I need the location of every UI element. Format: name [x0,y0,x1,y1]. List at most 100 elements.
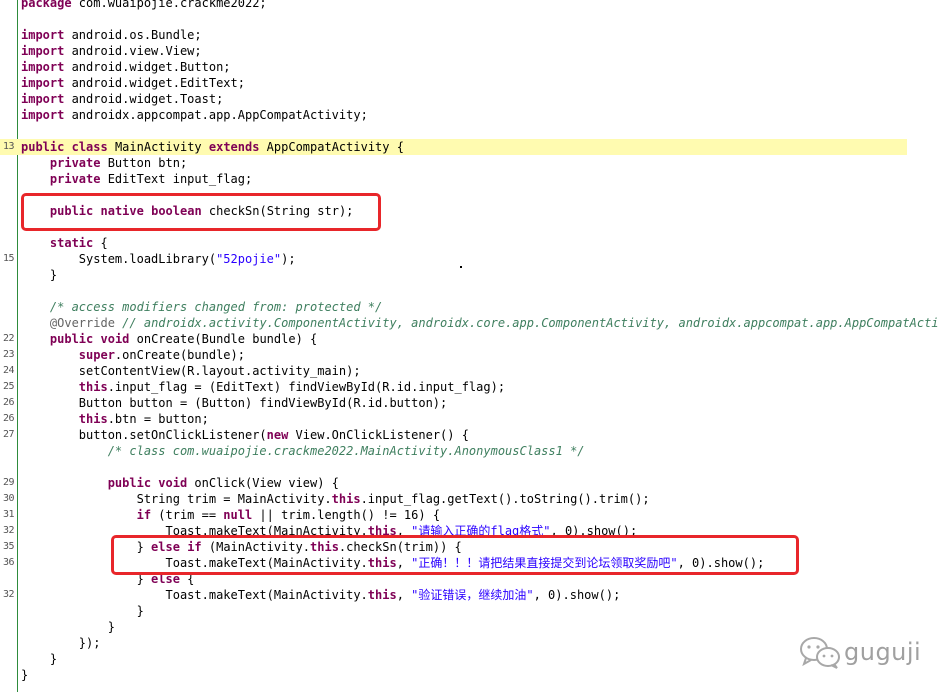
annotation-box-native-method [21,193,381,231]
code-line[interactable] [0,283,943,299]
code-token: public [21,140,65,154]
code-text: import androidx.appcompat.app.AppCompatA… [21,107,368,123]
code-line[interactable]: } [0,603,943,619]
code-token: , [396,588,412,602]
code-text: package com.wuaipojie.crackme2022; [21,0,267,11]
line-number: 32 [2,589,15,600]
code-line[interactable]: /* class com.wuaipojie.crackme2022.MainA… [0,443,943,459]
code-line[interactable]: 29 public void onClick(View view) { [0,475,943,491]
line-number: 24 [2,365,15,376]
code-line[interactable]: 15 System.loadLibrary("52pojie"); [0,251,943,267]
code-token: @Override [49,316,115,330]
code-token: View.OnClickListener() { [288,428,469,442]
code-text: public void onCreate(Bundle bundle) { [21,331,317,347]
line-number: 15 [2,253,15,264]
code-token: public [107,476,152,490]
code-text: private Button btn; [21,155,187,171]
code-token: import [21,28,65,42]
line-number: 22 [2,333,15,344]
code-token: super [78,348,115,362]
code-token: import [21,92,65,106]
code-line[interactable] [0,123,943,139]
code-token: this [367,588,397,602]
code-text: import android.widget.EditText; [21,75,245,91]
code-line[interactable]: import android.widget.Toast; [0,91,943,107]
code-line[interactable]: import android.widget.EditText; [0,75,943,91]
code-text: Button button = (Button) findViewById(R.… [21,395,447,411]
code-text: private EditText input_flag; [21,171,252,187]
code-line[interactable]: @Override // androidx.activity.Component… [0,315,943,331]
code-text: this.input_flag = (EditText) findViewByI… [21,379,505,395]
code-line[interactable]: package com.wuaipojie.crackme2022; [0,0,943,11]
code-line[interactable]: 27 button.setOnClickListener(new View.On… [0,427,943,443]
code-token: } [21,652,58,666]
watermark: guguji [798,632,921,672]
code-text: } [21,603,144,619]
code-token: this [331,492,361,506]
watermark-text: guguji [844,638,922,666]
code-line[interactable]: static { [0,235,943,251]
wechat-icon [800,637,840,669]
code-line[interactable]: 31 if (trim == null || trim.length() != … [0,507,943,523]
code-token: class [71,140,108,154]
code-token: { [93,236,108,250]
code-text: import android.view.View; [21,43,202,59]
code-line[interactable] [0,459,943,475]
code-text: @Override // androidx.activity.Component… [21,315,939,331]
code-line[interactable]: 22 public void onCreate(Bundle bundle) { [0,331,943,347]
code-token: System.loadLibrary( [21,252,217,266]
line-number: 26 [2,413,15,424]
code-line[interactable] [0,11,943,27]
code-line[interactable]: import android.os.Bundle; [0,27,943,43]
code-token: public [49,332,94,346]
code-line[interactable]: import androidx.appcompat.app.AppCompatA… [0,107,943,123]
code-line[interactable]: private EditText input_flag; [0,171,943,187]
code-line[interactable]: private Button btn; [0,155,943,171]
code-line[interactable]: import android.view.View; [0,43,943,59]
code-text: public void onClick(View view) { [21,475,339,491]
code-line[interactable]: 23 super.onCreate(bundle); [0,347,943,363]
line-number: 36 [2,557,15,568]
code-line[interactable]: 26 Button button = (Button) findViewById… [0,395,943,411]
code-token: .btn = button; [107,412,209,426]
code-token: Button button = (Button) findViewById(R.… [21,396,448,410]
code-editor[interactable]: package com.wuaipojie.crackme2022; import… [0,0,943,683]
code-token: import [21,60,65,74]
code-line[interactable]: /* access modifiers changed from: protec… [0,299,943,315]
code-token: (trim == [151,508,224,522]
code-line[interactable]: 30 String trim = MainActivity.this.input… [0,491,943,507]
code-text: } [21,667,28,683]
code-line[interactable]: } [0,267,943,283]
code-line[interactable]: 26 this.btn = button; [0,411,943,427]
code-token: extends [208,140,260,154]
code-line[interactable]: 24 setContentView(R.layout.activity_main… [0,363,943,379]
code-token: android.widget.Button; [64,60,231,74]
code-token: "验证错误，继续加油" [411,588,534,602]
code-text: } [21,651,57,667]
code-line[interactable]: 32 Toast.makeText(MainActivity.this, "验证… [0,587,943,603]
code-text: /* class com.wuaipojie.crackme2022.MainA… [21,443,585,459]
code-text: static { [21,235,108,251]
code-text: public class MainActivity extends AppCom… [21,139,404,155]
code-token: this [78,380,108,394]
line-number: 13 [2,141,15,152]
code-text: setContentView(R.layout.activity_main); [21,363,361,379]
code-token: String trim = MainActivity. [21,492,332,506]
code-token: /* access modifiers changed from: protec… [49,300,383,314]
code-line[interactable]: 25 this.input_flag = (EditText) findView… [0,379,943,395]
code-token: import [21,76,65,90]
code-token: /* class com.wuaipojie.crackme2022.MainA… [107,444,585,458]
line-number: 35 [2,541,15,552]
code-line[interactable]: import android.widget.Button; [0,59,943,75]
code-line[interactable]: 13 public class MainActivity extends AppC… [0,139,907,155]
code-token: } [21,604,144,618]
code-token: } [21,268,58,282]
